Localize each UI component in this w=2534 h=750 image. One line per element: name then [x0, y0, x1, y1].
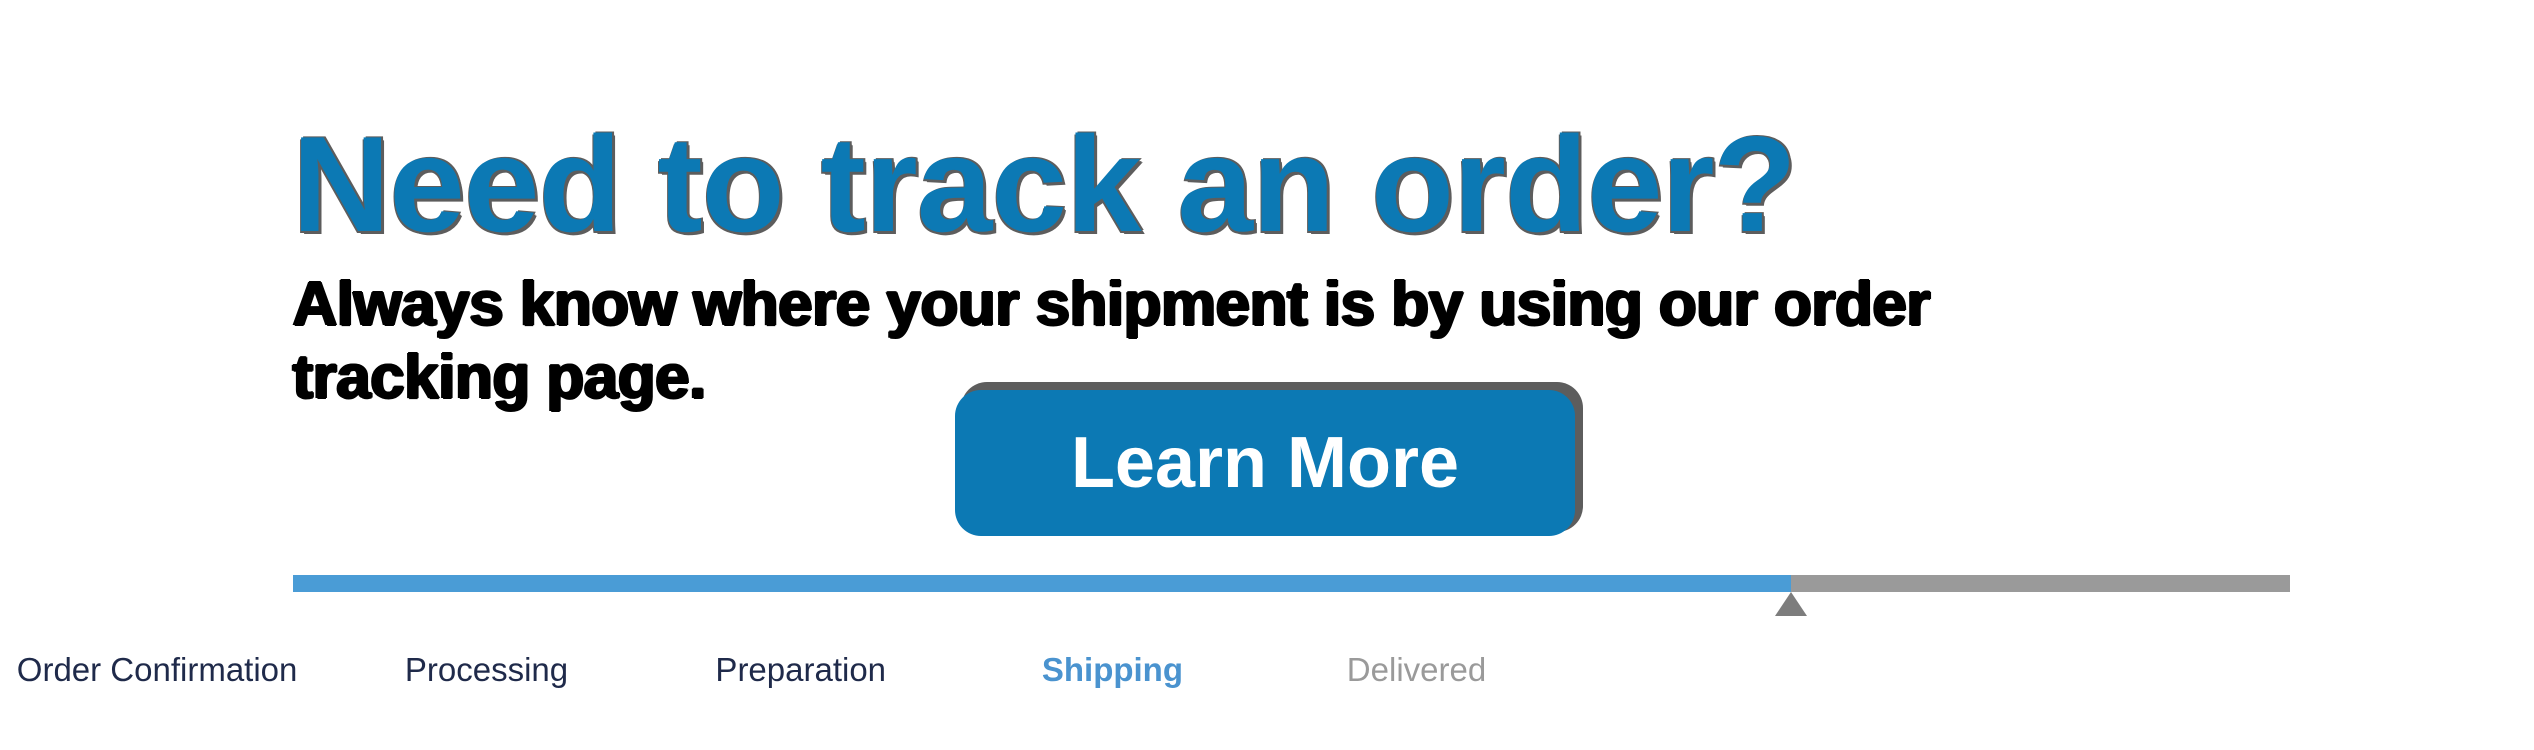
progress-track[interactable]: [293, 575, 2290, 592]
progress-step-label-delivered[interactable]: Delivered: [1347, 648, 1486, 692]
progress-step-label-order-confirmation[interactable]: Order Confirmation: [17, 648, 298, 692]
page-title: Need to track an order?: [292, 108, 1797, 261]
progress-step-label-preparation[interactable]: Preparation: [715, 648, 886, 692]
learn-more-button-wrapper: Learn More: [955, 382, 1587, 538]
progress-track-fill: [293, 575, 1791, 592]
progress-step-labels: Order Confirmation Processing Preparation S…: [0, 648, 2534, 696]
order-tracking-promo-banner: Need to track an order? Always know wher…: [0, 0, 2534, 750]
progress-step-label-shipping[interactable]: Shipping: [1042, 648, 1183, 692]
progress-step-label-processing[interactable]: Processing: [405, 648, 568, 692]
learn-more-button[interactable]: Learn More: [955, 390, 1575, 536]
progress-current-marker-icon: [1774, 592, 1807, 616]
